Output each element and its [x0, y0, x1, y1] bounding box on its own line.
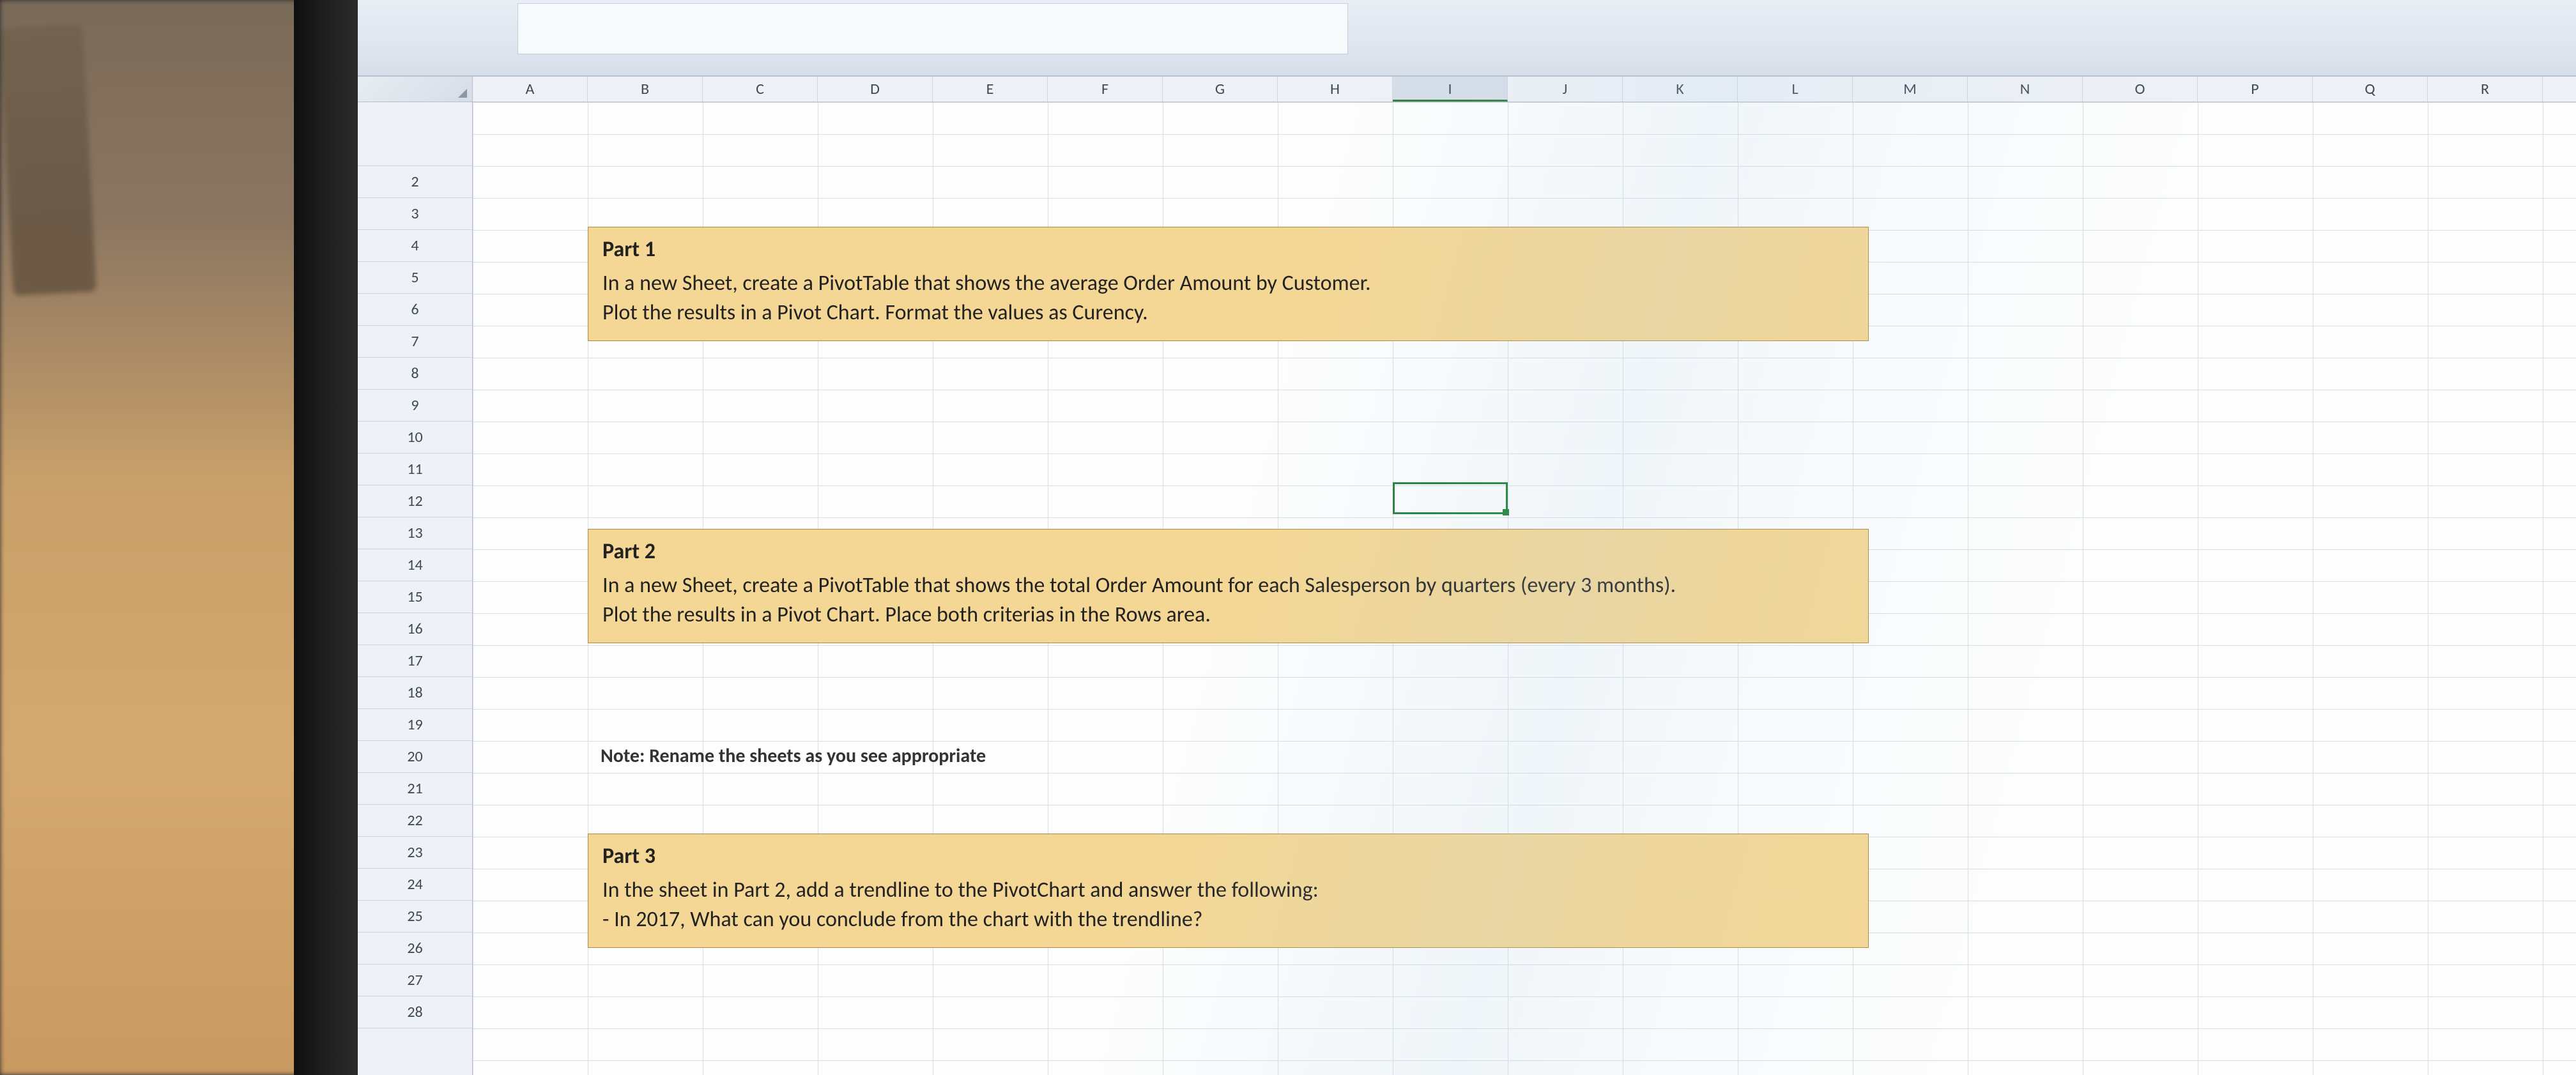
column-header-G[interactable]: G: [1163, 77, 1278, 102]
part3-title: Part 3: [602, 843, 1854, 869]
row-header-4[interactable]: 4: [358, 230, 472, 262]
row-header-27[interactable]: 27: [358, 964, 472, 996]
row-header-6[interactable]: 6: [358, 294, 472, 326]
row-header-1[interactable]: [358, 102, 472, 166]
column-header-F[interactable]: F: [1048, 77, 1163, 102]
part1-title: Part 1: [602, 236, 1854, 263]
column-header-H[interactable]: H: [1278, 77, 1393, 102]
column-header-O[interactable]: O: [2083, 77, 2198, 102]
row-header-13[interactable]: 13: [358, 517, 472, 549]
column-header-A[interactable]: A: [473, 77, 588, 102]
row-headers[interactable]: 2345678910111213141516171819202122232425…: [358, 102, 473, 1075]
column-header-I[interactable]: I: [1393, 77, 1508, 102]
part2-title: Part 2: [602, 538, 1854, 565]
column-header-J[interactable]: J: [1508, 77, 1623, 102]
column-header-M[interactable]: M: [1853, 77, 1968, 102]
row-header-17[interactable]: 17: [358, 645, 472, 677]
part2-body: In a new Sheet, create a PivotTable that…: [602, 571, 1854, 630]
row-header-20[interactable]: 20: [358, 741, 472, 773]
cells-area[interactable]: Part 1 In a new Sheet, create a PivotTab…: [473, 102, 2576, 1075]
part1-body: In a new Sheet, create a PivotTable that…: [602, 269, 1854, 328]
part3-body: In the sheet in Part 2, add a trendline …: [602, 876, 1854, 934]
row-header-14[interactable]: 14: [358, 549, 472, 581]
column-header-E[interactable]: E: [933, 77, 1048, 102]
note-text: Note: Rename the sheets as you see appro…: [601, 744, 986, 768]
row-header-26[interactable]: 26: [358, 933, 472, 964]
row-header-8[interactable]: 8: [358, 358, 472, 390]
row-header-21[interactable]: 21: [358, 773, 472, 805]
excel-window: ABCDEFGHIJKLMNOPQR 234567891011121314151…: [358, 0, 2576, 1075]
instructions-part1: Part 1 In a new Sheet, create a PivotTab…: [588, 227, 1869, 341]
row-header-18[interactable]: 18: [358, 677, 472, 709]
column-header-C[interactable]: C: [703, 77, 818, 102]
row-header-9[interactable]: 9: [358, 390, 472, 422]
column-header-K[interactable]: K: [1623, 77, 1738, 102]
select-all-corner[interactable]: [358, 77, 473, 102]
monitor-bezel: [294, 0, 358, 1075]
row-header-24[interactable]: 24: [358, 869, 472, 901]
column-headers[interactable]: ABCDEFGHIJKLMNOPQR: [473, 77, 2576, 102]
ribbon-group[interactable]: [518, 3, 1348, 54]
column-header-R[interactable]: R: [2428, 77, 2543, 102]
row-header-5[interactable]: 5: [358, 262, 472, 294]
ribbon-area[interactable]: [358, 0, 2576, 77]
row-header-7[interactable]: 7: [358, 326, 472, 358]
row-header-23[interactable]: 23: [358, 837, 472, 869]
worksheet[interactable]: ABCDEFGHIJKLMNOPQR 234567891011121314151…: [358, 77, 2576, 1075]
column-header-B[interactable]: B: [588, 77, 703, 102]
row-header-3[interactable]: 3: [358, 198, 472, 230]
column-header-L[interactable]: L: [1738, 77, 1853, 102]
row-header-25[interactable]: 25: [358, 901, 472, 933]
row-header-16[interactable]: 16: [358, 613, 472, 645]
column-header-D[interactable]: D: [818, 77, 933, 102]
instructions-part2: Part 2 In a new Sheet, create a PivotTab…: [588, 529, 1869, 643]
row-header-19[interactable]: 19: [358, 709, 472, 741]
row-header-22[interactable]: 22: [358, 805, 472, 837]
row-header-12[interactable]: 12: [358, 485, 472, 517]
column-header-N[interactable]: N: [1968, 77, 2083, 102]
column-header-Q[interactable]: Q: [2313, 77, 2428, 102]
row-header-2[interactable]: 2: [358, 166, 472, 198]
column-header-P[interactable]: P: [2198, 77, 2313, 102]
row-header-10[interactable]: 10: [358, 422, 472, 454]
instructions-part3: Part 3 In the sheet in Part 2, add a tre…: [588, 834, 1869, 948]
row-header-28[interactable]: 28: [358, 996, 472, 1028]
row-header-11[interactable]: 11: [358, 454, 472, 485]
row-header-15[interactable]: 15: [358, 581, 472, 613]
photo-background: [0, 0, 319, 1075]
